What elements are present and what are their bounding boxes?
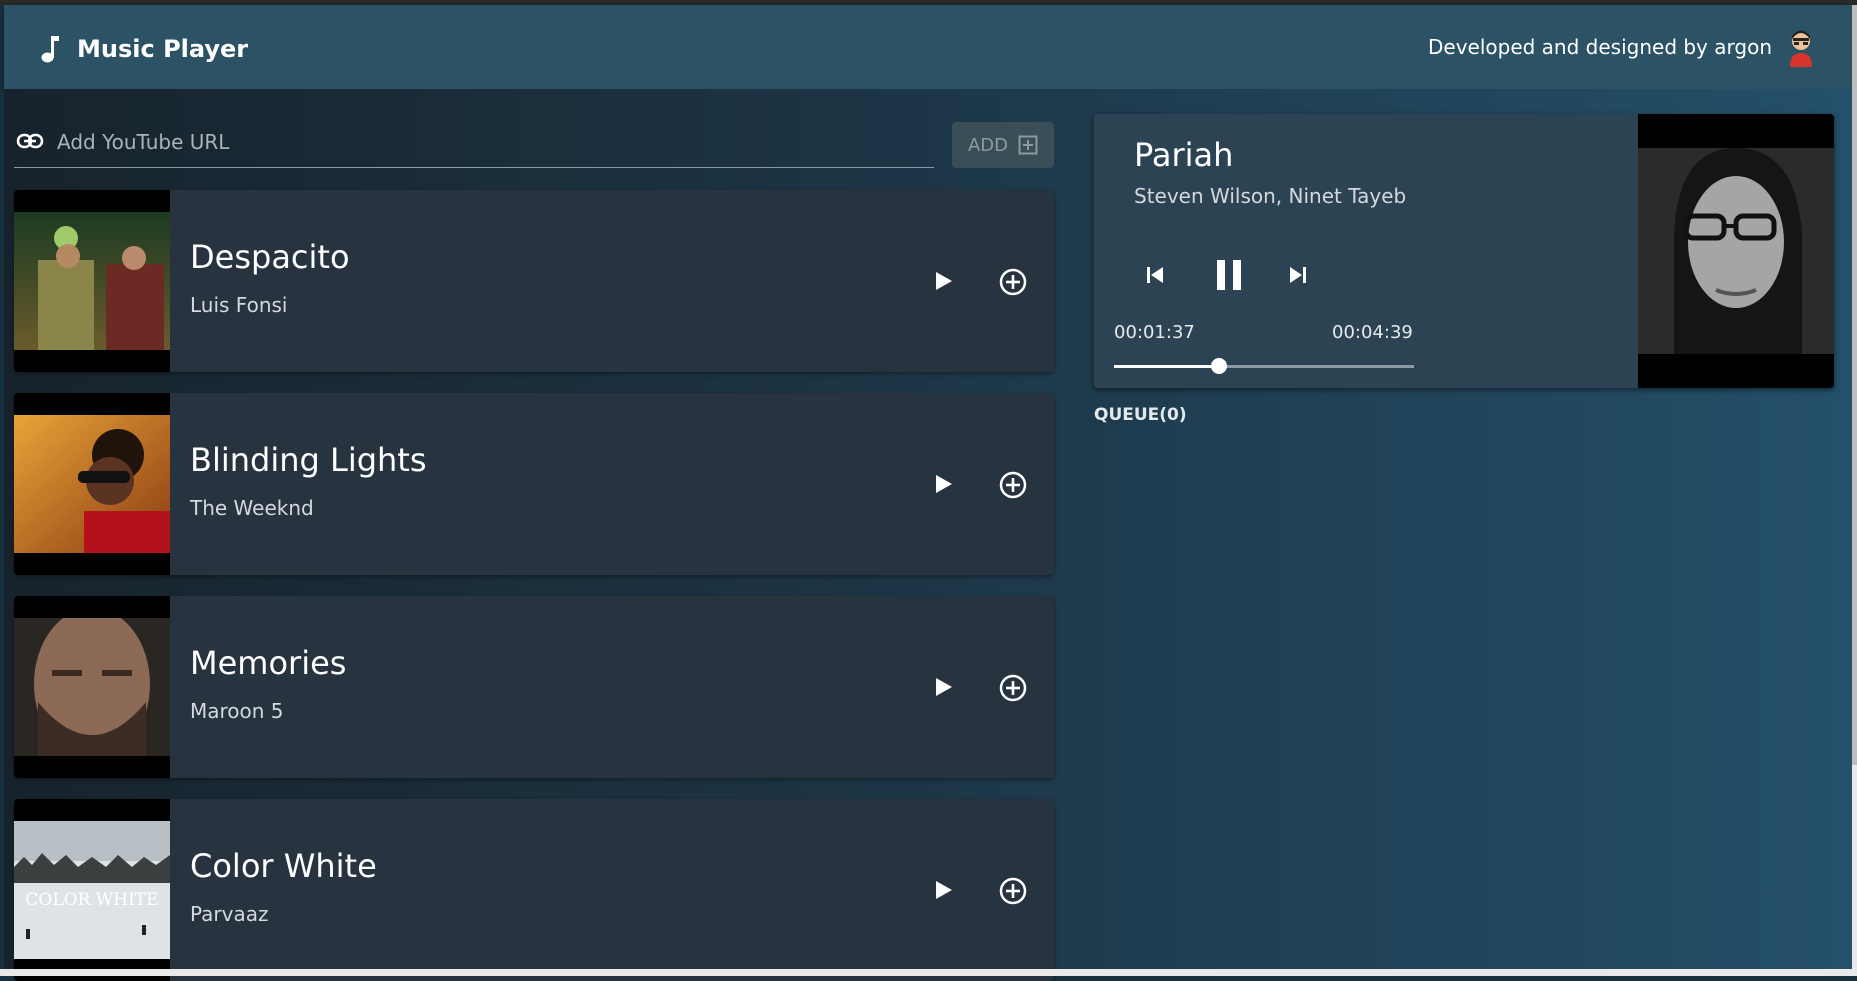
total-duration: 00:04:39 (1332, 322, 1413, 343)
pause-icon[interactable] (1213, 258, 1245, 292)
song-thumbnail: COLOR WHITE (14, 799, 170, 981)
add-circle-icon[interactable] (998, 470, 1028, 500)
window-bottom-strip (0, 969, 1857, 976)
album-art (1638, 114, 1834, 388)
play-icon[interactable] (932, 879, 954, 901)
scrollbar-thumb[interactable] (1852, 5, 1857, 765)
song-card[interactable]: COLOR WHITE Color White Parvaaz (14, 799, 1054, 981)
url-input-row (14, 121, 934, 168)
song-title: Blinding Lights (190, 441, 427, 479)
play-icon[interactable] (932, 270, 954, 292)
song-artist: Luis Fonsi (190, 293, 288, 317)
add-circle-icon[interactable] (998, 267, 1028, 297)
add-circle-icon[interactable] (998, 673, 1028, 703)
elapsed-time: 00:01:37 (1114, 322, 1195, 343)
progress-fill (1114, 365, 1219, 368)
youtube-url-input[interactable] (55, 125, 919, 159)
add-circle-icon[interactable] (998, 876, 1028, 906)
music-note-icon (41, 36, 59, 63)
add-box-icon (1018, 135, 1038, 155)
page-scrollbar[interactable] (1852, 5, 1857, 969)
song-thumbnail (14, 393, 170, 575)
app-title: Music Player (77, 35, 249, 63)
song-card[interactable]: Blinding Lights The Weeknd (14, 393, 1054, 575)
progress-slider[interactable] (1114, 358, 1414, 374)
main-content: ADD Despacito Luis Fonsi (4, 89, 1852, 981)
song-title: Color White (190, 847, 377, 885)
song-title: Despacito (190, 238, 350, 276)
link-icon (16, 133, 44, 149)
app-bar: Music Player Developed and designed by a… (4, 5, 1852, 89)
thumbnail-caption: COLOR WHITE (25, 890, 158, 910)
queue-label: QUEUE(0) (1094, 405, 1187, 425)
now-playing-title: Pariah (1134, 136, 1234, 174)
song-title: Memories (190, 644, 347, 682)
now-playing-card: Pariah Steven Wilson, Ninet Tayeb 00:01:… (1094, 114, 1834, 388)
song-thumbnail (14, 190, 170, 372)
add-button-label: ADD (967, 134, 1009, 156)
song-artist: The Weeknd (190, 496, 314, 520)
song-card[interactable]: Memories Maroon 5 (14, 596, 1054, 778)
add-button[interactable]: ADD (952, 122, 1054, 168)
avatar-icon (1790, 30, 1812, 67)
developer-credit: Developed and designed by argon (1427, 35, 1772, 59)
song-card[interactable]: Despacito Luis Fonsi (14, 190, 1054, 372)
skip-next-icon[interactable] (1287, 264, 1309, 286)
song-artist: Parvaaz (190, 902, 269, 926)
song-thumbnail (14, 596, 170, 778)
now-playing-artist: Steven Wilson, Ninet Tayeb (1134, 184, 1407, 208)
song-artist: Maroon 5 (190, 699, 284, 723)
play-icon[interactable] (932, 473, 954, 495)
play-icon[interactable] (932, 676, 954, 698)
skip-previous-icon[interactable] (1144, 264, 1166, 286)
progress-knob[interactable] (1211, 358, 1227, 374)
